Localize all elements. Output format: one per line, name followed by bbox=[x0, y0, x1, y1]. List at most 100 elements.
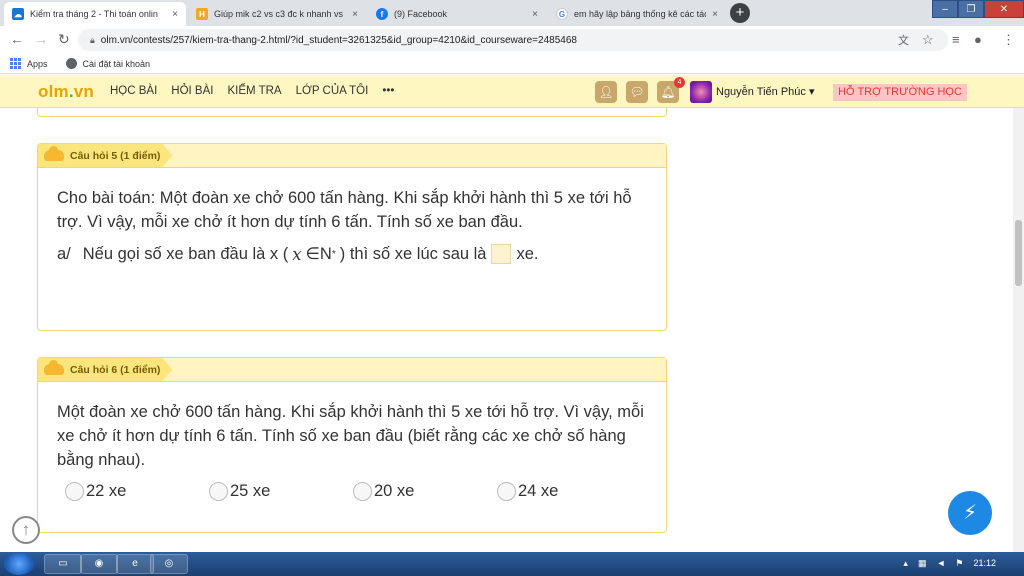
back-arrow-icon[interactable]: ← bbox=[10, 31, 24, 47]
option-d[interactable]: 24 xe bbox=[497, 482, 641, 501]
tab-hoc24[interactable]: H Giúp mik c2 vs c3 đc k nhanh vs × bbox=[188, 2, 366, 26]
reload-icon[interactable]: ↻ bbox=[58, 31, 70, 48]
hoc24-icon: H bbox=[196, 8, 208, 20]
new-tab-button[interactable]: + bbox=[730, 3, 750, 23]
option-a[interactable]: 22 xe bbox=[65, 482, 209, 501]
site-header: olm.vn HỌC BÀI HỎI BÀI KIỂM TRA LỚP CỦA … bbox=[0, 75, 1024, 108]
notification-count-badge: 4 bbox=[674, 77, 685, 88]
option-b[interactable]: 25 xe bbox=[209, 482, 353, 501]
cloud-icon bbox=[44, 150, 64, 161]
part-prefix: a/ bbox=[57, 244, 71, 263]
page-scrollbar[interactable] bbox=[1013, 108, 1024, 552]
os-taskbar: ▭ ◉ e ◎ ▴ ▦ ◄ ⚑ 21:12 bbox=[0, 552, 1024, 576]
avatar[interactable] bbox=[690, 81, 712, 103]
tab-title: em hãy lập bảng thống kê các tác bbox=[574, 9, 707, 19]
part-unit: xe. bbox=[516, 244, 539, 263]
bookmark-label: Apps bbox=[27, 58, 48, 69]
question-label: Câu hỏi 6 (1 điểm) bbox=[38, 358, 172, 381]
support-schools-button[interactable]: HỖ TRỢ TRƯỜNG HỌC bbox=[833, 84, 967, 101]
menu-item-kiem-tra[interactable]: KIỂM TRA bbox=[227, 85, 281, 97]
menu-item-hoc-bai[interactable]: HỌC BÀI bbox=[110, 85, 157, 97]
question-card-5: Câu hỏi 5 (1 điểm) Cho bài toán: Một đoà… bbox=[37, 143, 667, 331]
apps-grid-icon bbox=[10, 58, 21, 69]
answer-options: 22 xe 25 xe 20 xe 24 xe bbox=[38, 472, 666, 501]
volume-icon[interactable]: ◄ bbox=[936, 558, 945, 569]
bookmarks-bar: Apps Cài đặt tài khoản bbox=[0, 54, 1024, 74]
add-friend-icon[interactable]: 👤︎ bbox=[595, 81, 617, 103]
facebook-icon: f bbox=[376, 8, 388, 20]
menu-more-icon[interactable]: ••• bbox=[382, 85, 394, 97]
radio-button[interactable] bbox=[497, 482, 516, 501]
tab-title: Giúp mik c2 vs c3 đc k nhanh vs bbox=[214, 9, 344, 19]
question-label: Câu hỏi 5 (1 điểm) bbox=[38, 144, 172, 167]
menu-dots-icon[interactable]: ⋮ bbox=[1002, 32, 1015, 48]
part-text-after: ) thì số xe lúc sau là bbox=[339, 244, 487, 263]
reading-list-icon[interactable]: ≡ bbox=[952, 32, 960, 47]
user-name-dropdown[interactable]: Nguyễn Tiến Phúc ▾ bbox=[716, 85, 814, 98]
messenger-chat-icon[interactable]: ⚡︎ bbox=[948, 491, 992, 535]
clock: 21:12 bbox=[973, 558, 996, 568]
tab-facebook[interactable]: f (9) Facebook × bbox=[368, 2, 546, 26]
previous-question-box bbox=[37, 108, 667, 117]
close-icon[interactable]: × bbox=[172, 9, 178, 20]
math-variable: x bbox=[292, 244, 302, 264]
globe-icon bbox=[65, 58, 77, 69]
radio-button[interactable] bbox=[209, 482, 228, 501]
bookmark-label: Cài đặt tài khoản bbox=[82, 58, 151, 69]
chat-icon[interactable]: 💬︎ bbox=[626, 81, 648, 103]
olm-cloud-icon: ☁ bbox=[12, 8, 24, 20]
answer-input[interactable] bbox=[490, 244, 511, 264]
edge-icon[interactable]: e bbox=[116, 554, 154, 574]
close-icon[interactable]: × bbox=[532, 9, 538, 20]
bookmark-star-icon[interactable]: ☆ bbox=[922, 32, 934, 48]
bookmark-account-settings[interactable]: Cài đặt tài khoản bbox=[65, 58, 151, 69]
tab-google[interactable]: G em hãy lập bảng thống kê các tác × bbox=[548, 2, 726, 26]
window-controls: – ❐ ✕ bbox=[932, 0, 1024, 18]
option-c[interactable]: 20 xe bbox=[353, 482, 497, 501]
google-icon: G bbox=[556, 8, 568, 20]
radio-button[interactable] bbox=[65, 482, 84, 501]
url-input[interactable]: 🔒︎ olm.vn/contests/257/kiem-tra-thang-2.… bbox=[78, 29, 948, 51]
flag-icon[interactable]: ⚑ bbox=[955, 558, 963, 569]
part-text-before: Nếu gọi số xe ban đầu là x ( bbox=[82, 244, 289, 263]
close-icon[interactable]: × bbox=[352, 9, 358, 20]
chrome-icon[interactable]: ◎ bbox=[150, 554, 188, 574]
question-header: Câu hỏi 6 (1 điểm) bbox=[38, 358, 666, 382]
tray-arrow-icon[interactable]: ▴ bbox=[903, 558, 908, 569]
math-superscript: * bbox=[331, 248, 336, 260]
translate-icon[interactable]: ⽂ bbox=[898, 32, 909, 48]
network-icon[interactable]: ▦ bbox=[918, 558, 927, 569]
tab-olm-contest[interactable]: ☁ Kiểm tra tháng 2 - Thi toán onlin × bbox=[4, 2, 186, 26]
bookmark-apps[interactable]: Apps bbox=[10, 58, 48, 69]
question-text: Cho bài toán: Một đoàn xe chở 600 tấn hà… bbox=[57, 189, 632, 231]
explorer-icon[interactable]: ▭ bbox=[44, 554, 82, 574]
forward-arrow-icon[interactable]: → bbox=[34, 31, 48, 47]
app-icon[interactable]: ◉ bbox=[80, 554, 118, 574]
close-icon[interactable]: × bbox=[712, 9, 718, 20]
address-bar: ← → ↻ 🔒︎ olm.vn/contests/257/kiem-tra-th… bbox=[0, 26, 1024, 54]
scroll-top-icon[interactable]: ↑ bbox=[12, 516, 40, 544]
scrollbar-thumb[interactable] bbox=[1015, 220, 1022, 286]
fill-in-line: a/ Nếu gọi số xe ban đầu là x ( x ∈N * ) … bbox=[38, 234, 666, 264]
question-header: Câu hỏi 5 (1 điểm) bbox=[38, 144, 666, 168]
start-button[interactable] bbox=[4, 553, 34, 575]
main-content: Câu hỏi 5 (1 điểm) Cho bài toán: Một đoà… bbox=[0, 108, 1024, 552]
olm-logo[interactable]: olm.vn bbox=[38, 82, 94, 102]
radio-button[interactable] bbox=[353, 482, 372, 501]
math-set: ∈N bbox=[305, 245, 332, 263]
tab-title: Kiểm tra tháng 2 - Thi toán onlin bbox=[30, 9, 158, 19]
main-menu: HỌC BÀI HỎI BÀI KIỂM TRA LỚP CỦA TÔI ••• bbox=[110, 85, 408, 97]
restore-icon[interactable]: ❐ bbox=[958, 0, 984, 18]
tab-title: (9) Facebook bbox=[394, 9, 448, 19]
menu-item-lop-cua-toi[interactable]: LỚP CỦA TÔI bbox=[296, 85, 369, 97]
question-card-6: Câu hỏi 6 (1 điểm) Một đoàn xe chở 600 t… bbox=[37, 357, 667, 533]
system-tray: ▴ ▦ ◄ ⚑ 21:12 bbox=[893, 558, 996, 569]
profile-icon[interactable]: ● bbox=[974, 32, 982, 47]
menu-item-hoi-bai[interactable]: HỎI BÀI bbox=[171, 85, 213, 97]
lock-icon: 🔒︎ bbox=[90, 34, 95, 45]
browser-tab-strip: ☁ Kiểm tra tháng 2 - Thi toán onlin × H … bbox=[0, 0, 1024, 26]
minimize-icon[interactable]: – bbox=[932, 0, 958, 18]
question-text: Một đoàn xe chở 600 tấn hàng. Khi sắp kh… bbox=[57, 403, 644, 469]
url-text: olm.vn/contests/257/kiem-tra-thang-2.htm… bbox=[100, 34, 577, 46]
window-close-icon[interactable]: ✕ bbox=[984, 0, 1024, 18]
